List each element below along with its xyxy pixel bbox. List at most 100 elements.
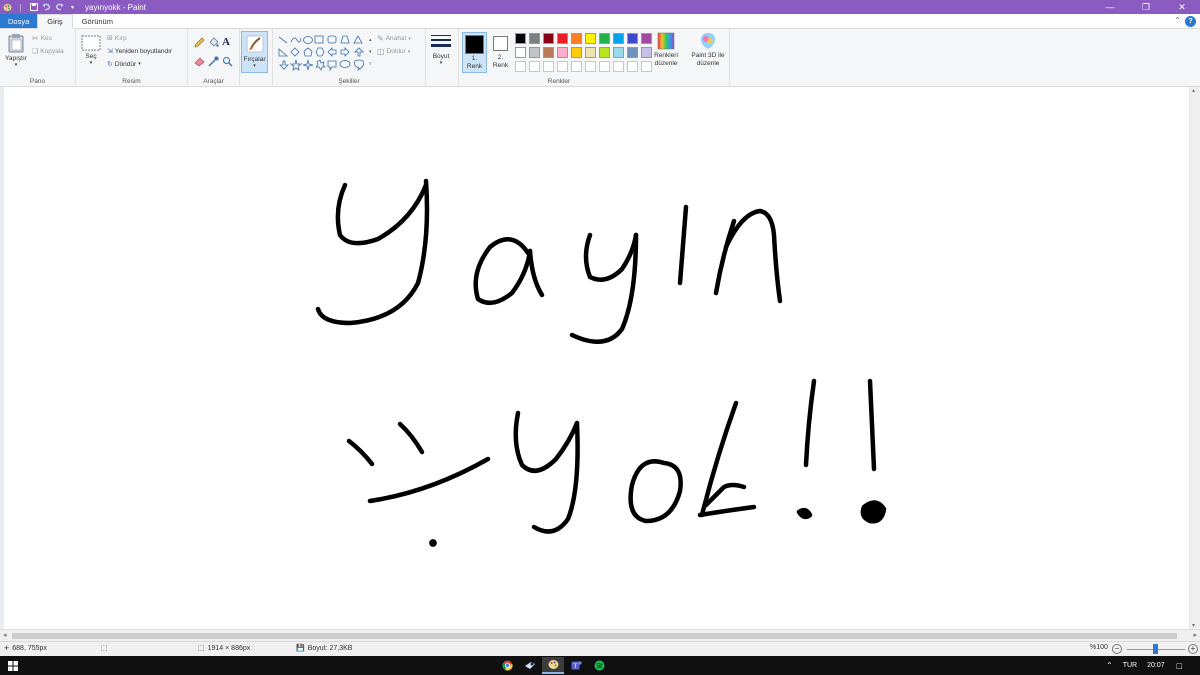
horizontal-scroll-thumb[interactable] [12,633,1177,639]
scroll-right-icon[interactable]: ▸ [1193,631,1197,639]
brushes-dropdown-icon: ▾ [253,63,256,69]
scissors-icon: ✂ [32,34,39,43]
palette-swatch[interactable] [585,33,596,44]
scroll-down-icon[interactable]: ▾ [1192,622,1195,629]
paste-dropdown-icon[interactable]: ▾ [3,62,29,68]
edit-colors-button[interactable]: Renkleri düzenle [650,32,682,68]
outline-label: Anahat [385,35,407,42]
tray-chevron-icon[interactable]: ⌃ [1106,661,1113,670]
palette-swatch[interactable] [557,61,568,72]
language-indicator[interactable]: TUR [1123,662,1137,669]
palette-swatch[interactable] [599,61,610,72]
tab-file[interactable]: Dosya [0,14,38,28]
select-button[interactable]: Seç ▾ [80,35,102,66]
clock[interactable]: 20:07 [1147,662,1165,669]
restore-button[interactable]: ❐ [1128,0,1164,14]
palette-swatch[interactable] [543,61,554,72]
shapes-scroll[interactable]: ▴ ▾ ▿ [369,34,374,72]
paint3d-button[interactable]: Paint 3D ile düzenle [687,32,729,68]
palette-swatch[interactable] [571,47,582,58]
paint-app-icon[interactable] [3,3,12,12]
palette-swatch[interactable] [627,47,638,58]
crop-button[interactable]: ⊞ Kırp [107,34,127,43]
size-button[interactable]: Boyut ▾ [427,33,455,73]
brushes-button[interactable]: Fırçalar ▾ [241,31,268,73]
palette-swatch[interactable] [613,47,624,58]
palette-swatch[interactable] [557,33,568,44]
color2-label: 2. Renk [492,54,509,69]
start-button[interactable] [2,657,24,674]
color1-button[interactable]: 1. Renk [462,32,487,73]
palette-swatch[interactable] [515,61,526,72]
tab-view[interactable]: Görünüm [73,14,122,28]
outline-button[interactable]: ✎ Anahat ▾ [377,34,411,43]
zoom-slider[interactable] [1127,644,1185,654]
vertical-scrollbar[interactable]: ▴ ▾ [1189,87,1200,629]
close-button[interactable]: ✕ [1164,0,1200,14]
brush-icon [246,35,263,53]
scroll-left-icon[interactable]: ◂ [3,631,7,639]
customize-qat-icon[interactable]: ▾ [68,3,77,12]
palette-swatch[interactable] [515,33,526,44]
redo-icon[interactable] [55,3,64,12]
magnifier-icon[interactable] [222,56,236,69]
collapse-ribbon-icon[interactable]: ⌃ [1174,16,1181,25]
palette-swatch[interactable] [613,61,624,72]
resize-button[interactable]: ⇲ Yeniden boyutlandır [107,47,172,56]
minimize-button[interactable]: — [1092,0,1128,14]
zoom-out-button[interactable]: − [1112,644,1122,654]
palette-swatch[interactable] [585,61,596,72]
crop-icon: ⊞ [107,35,113,42]
zoom-in-button[interactable]: + [1188,644,1198,654]
cursor-position: 688, 755px [12,645,47,652]
taskbar-paint[interactable] [542,657,564,674]
color2-button[interactable]: 2. Renk [489,32,512,73]
palette-swatch[interactable] [627,61,638,72]
zoom-level: %100 [1090,644,1108,651]
pencil-icon[interactable] [194,37,208,50]
palette-swatch[interactable] [571,61,582,72]
palette-swatch[interactable] [627,33,638,44]
teams-icon: T [571,661,582,670]
taskbar-spotify[interactable] [588,657,610,674]
palette-swatch[interactable] [515,47,526,58]
palette-swatch[interactable] [529,47,540,58]
eraser-icon[interactable] [194,56,208,69]
palette-swatch[interactable] [543,47,554,58]
palette-swatch[interactable] [599,47,610,58]
fill-icon[interactable] [208,37,222,50]
taskbar-steam[interactable] [519,657,541,674]
fill-shape-button[interactable]: ◫ Doldur ▾ [377,47,410,56]
paste-button[interactable]: Yapıştır ▾ [3,33,29,73]
canvas[interactable] [0,87,1200,629]
palette-swatch[interactable] [613,33,624,44]
palette-swatch[interactable] [543,33,554,44]
palette-swatch[interactable] [585,47,596,58]
tab-home[interactable]: Giriş [37,14,73,29]
taskbar-chrome[interactable] [496,657,518,674]
cut-button[interactable]: ✂ Kes [32,34,52,43]
select-dropdown-icon[interactable]: ▾ [80,60,102,66]
copy-button[interactable]: ❏ Kopyala [32,47,64,56]
drawing-surface[interactable] [0,87,1189,629]
scroll-up-icon[interactable]: ▴ [1192,87,1195,94]
color-picker-icon[interactable] [208,56,222,69]
text-icon[interactable]: A [222,37,236,50]
paste-label: Yapıştır [5,55,27,62]
undo-icon[interactable] [42,3,51,12]
palette-swatch[interactable] [529,33,540,44]
palette-swatch[interactable] [599,33,610,44]
horizontal-scrollbar[interactable]: ◂ ▸ [0,629,1200,641]
palette-swatch[interactable] [529,61,540,72]
rotate-dropdown-icon: ▾ [138,61,141,67]
shapes-gallery[interactable] [277,34,369,72]
help-icon[interactable]: ? [1185,16,1196,27]
palette-swatch[interactable] [571,33,582,44]
taskbar-teams[interactable]: T [565,657,587,674]
notification-icon[interactable]: □ [1177,661,1182,671]
palette-swatch[interactable] [557,47,568,58]
zoom-slider-thumb[interactable] [1153,644,1158,654]
rotate-button[interactable]: ↻ Döndür ▾ [107,60,141,69]
bucket-icon: ◫ [377,47,385,56]
save-icon[interactable] [29,3,38,12]
